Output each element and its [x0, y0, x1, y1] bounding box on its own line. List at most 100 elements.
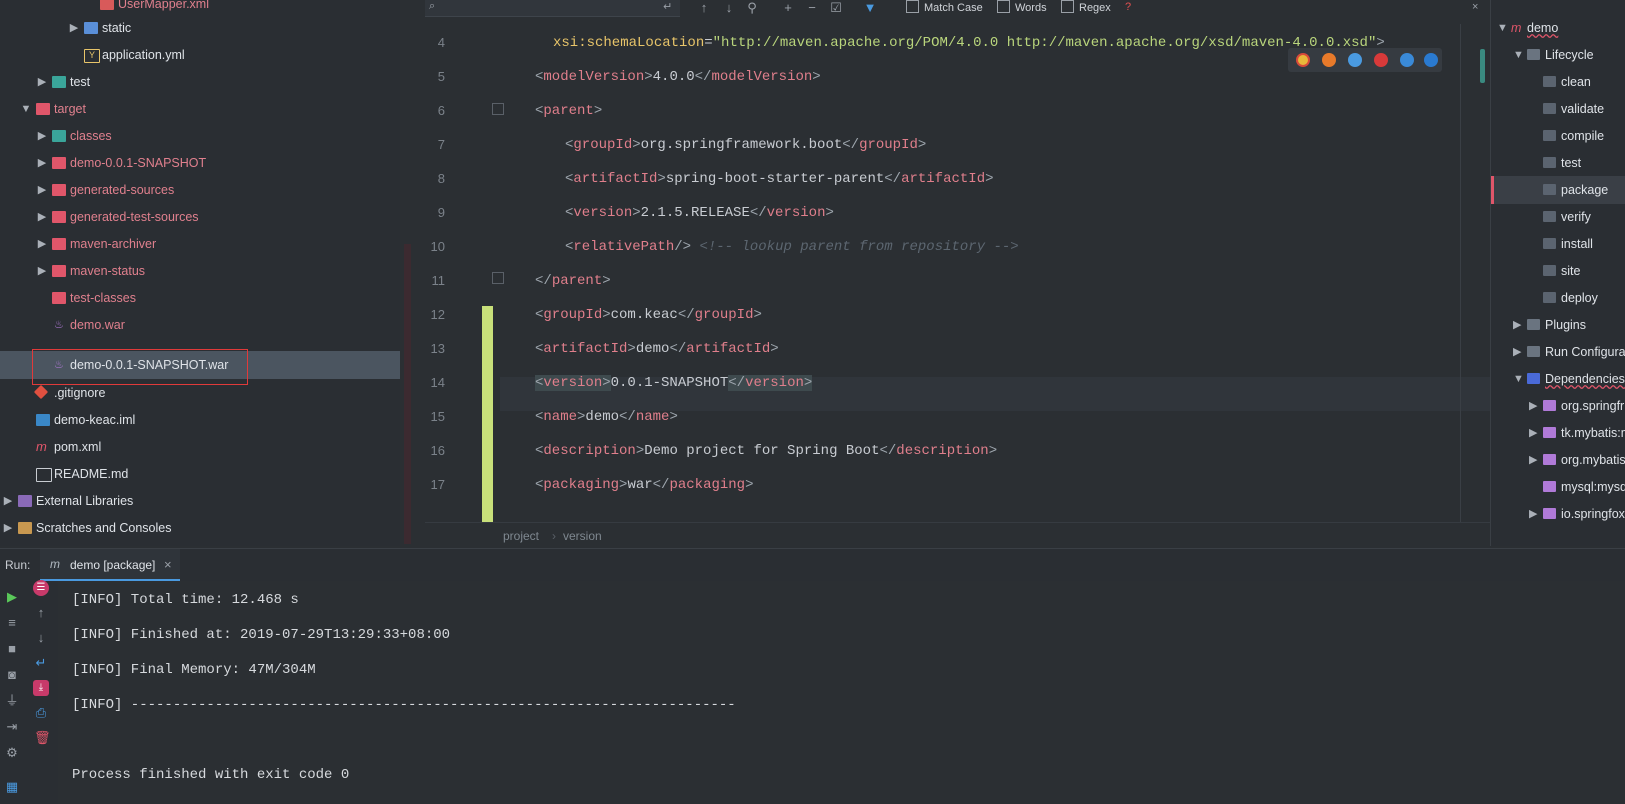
list-icon[interactable]: ☰: [33, 580, 49, 596]
camera-icon[interactable]: ◙: [5, 668, 19, 682]
chevron-right-icon[interactable]: ▶: [36, 68, 48, 96]
maven-plugins[interactable]: ▶ Plugins: [1491, 311, 1625, 339]
chevron-down-icon[interactable]: ▼: [1513, 41, 1524, 69]
tree-item-readme[interactable]: README.md: [0, 460, 400, 488]
dependency-item[interactable]: mysql:mysq: [1491, 473, 1625, 501]
regex-option[interactable]: Regex: [1061, 0, 1111, 16]
chevron-right-icon[interactable]: ▶: [68, 14, 80, 42]
ie-icon[interactable]: [1400, 53, 1414, 67]
tree-item-gitignore[interactable]: .gitignore: [0, 379, 400, 407]
tree-item-static[interactable]: ▶ static: [0, 14, 400, 42]
tree-item-pom[interactable]: m pom.xml: [0, 433, 400, 461]
maven-root[interactable]: ▼ m demo: [1491, 14, 1625, 42]
tree-item-demo-war[interactable]: ♨ demo.war: [0, 311, 400, 339]
search-input[interactable]: ⌕ ↵: [425, 0, 680, 17]
add-occurrence-icon[interactable]: +: [781, 1, 795, 15]
dependency-item[interactable]: ▶ org.mybatis: [1491, 446, 1625, 474]
stop-icon[interactable]: ■: [5, 642, 19, 656]
breadcrumb-item[interactable]: version: [563, 523, 602, 549]
tree-item-generated-test-sources[interactable]: ▶ generated-test-sources: [0, 203, 400, 231]
arrow-up-icon[interactable]: ↑: [34, 606, 48, 620]
regex-help[interactable]: ?: [1125, 0, 1131, 16]
tree-item-iml[interactable]: demo-keac.iml: [0, 406, 400, 434]
chevron-down-icon[interactable]: ▼: [1513, 365, 1524, 393]
firefox-icon[interactable]: [1322, 53, 1336, 67]
remove-occurrence-icon[interactable]: −: [805, 1, 819, 15]
chevron-right-icon[interactable]: ▶: [1529, 392, 1537, 420]
soft-wrap-icon[interactable]: ↵: [34, 656, 48, 670]
chevron-right-icon[interactable]: ▶: [36, 230, 48, 258]
editor-scrollbar[interactable]: [1480, 49, 1485, 83]
tree-item-scratches[interactable]: ▶ Scratches and Consoles: [0, 514, 400, 542]
chevron-right-icon[interactable]: ▶: [1529, 500, 1537, 528]
scroll-to-end-icon[interactable]: ⤓: [33, 680, 49, 696]
tree-item-target[interactable]: ▼ target: [0, 95, 400, 123]
chevron-right-icon[interactable]: ▶: [36, 257, 48, 285]
goal-package[interactable]: package: [1491, 176, 1625, 204]
opera-icon[interactable]: [1374, 53, 1388, 67]
chevron-right-icon[interactable]: ▶: [36, 176, 48, 204]
tree-item-application-yml[interactable]: Y application.yml: [0, 41, 400, 69]
chevron-right-icon[interactable]: ▶: [36, 203, 48, 231]
tree-item-demo-snapshot[interactable]: ▶ demo-0.0.1-SNAPSHOT: [0, 149, 400, 177]
tree-item-classes[interactable]: ▶ classes: [0, 122, 400, 150]
words-option[interactable]: Words: [997, 0, 1047, 16]
tree-item-test-classes[interactable]: test-classes: [0, 284, 400, 312]
safari-icon[interactable]: [1348, 53, 1362, 67]
fold-icon[interactable]: [492, 103, 504, 115]
tree-item-maven-status[interactable]: ▶ maven-status: [0, 257, 400, 285]
plug-icon[interactable]: ⏚: [5, 694, 19, 708]
match-case-option[interactable]: Match Case: [906, 0, 983, 16]
tree-item-generated-sources[interactable]: ▶ generated-sources: [0, 176, 400, 204]
code-editor[interactable]: 4 5 6 7 8 9 10 11 12 13 14 15 16 17 xsi:…: [425, 24, 1490, 522]
arrow-up-icon[interactable]: ↑: [697, 1, 711, 15]
run-console[interactable]: [INFO] Total time: 12.468 s [INFO] Finis…: [0, 581, 1625, 804]
filter-icon[interactable]: ▼: [863, 1, 877, 15]
close-tab-icon[interactable]: ×: [164, 557, 172, 572]
chevron-right-icon[interactable]: ▶: [1529, 446, 1537, 474]
goal-deploy[interactable]: deploy: [1491, 284, 1625, 312]
arrow-down-icon[interactable]: ↓: [722, 1, 736, 15]
regex-checkbox[interactable]: [1061, 0, 1074, 13]
fold-icon[interactable]: [492, 272, 504, 284]
print-icon[interactable]: ⎙: [34, 706, 48, 720]
chevron-right-icon[interactable]: ▶: [2, 487, 14, 515]
chevron-down-icon[interactable]: ▼: [20, 95, 32, 123]
chevron-right-icon[interactable]: ▶: [1513, 338, 1521, 366]
chevron-right-icon[interactable]: ▶: [2, 514, 14, 542]
goal-clean[interactable]: clean: [1491, 68, 1625, 96]
match-case-checkbox[interactable]: [906, 0, 919, 13]
layout-icon[interactable]: ▦: [5, 780, 19, 794]
chevron-right-icon[interactable]: ▶: [36, 122, 48, 150]
goal-site[interactable]: site: [1491, 257, 1625, 285]
close-icon[interactable]: ×: [1472, 0, 1478, 16]
select-all-icon[interactable]: ☑: [829, 1, 843, 15]
goal-verify[interactable]: verify: [1491, 203, 1625, 231]
chevron-down-icon[interactable]: ▼: [1497, 14, 1508, 42]
project-scrollbar[interactable]: [404, 244, 411, 544]
settings-icon[interactable]: ⚙: [5, 746, 19, 760]
maven-lifecycle[interactable]: ▼ Lifecycle: [1491, 41, 1625, 69]
dependency-item[interactable]: ▶ org.springfr: [1491, 392, 1625, 420]
chrome-icon[interactable]: [1296, 53, 1310, 67]
goal-compile[interactable]: compile: [1491, 122, 1625, 150]
exit-icon[interactable]: ⇥: [5, 720, 19, 734]
goal-test[interactable]: test: [1491, 149, 1625, 177]
rerun-icon[interactable]: ▶: [5, 590, 19, 604]
breadcrumb-item[interactable]: project: [503, 523, 539, 549]
dependency-item[interactable]: ▶ tk.mybatis:m: [1491, 419, 1625, 447]
words-checkbox[interactable]: [997, 0, 1010, 13]
edge-icon[interactable]: [1424, 53, 1438, 67]
trash-icon[interactable]: 🗑: [34, 731, 51, 745]
tree-item-test[interactable]: ▶ test: [0, 68, 400, 96]
maven-run-config[interactable]: ▶ Run Configura: [1491, 338, 1625, 366]
chevron-right-icon[interactable]: ▶: [1513, 311, 1521, 339]
maven-dependencies[interactable]: ▼ Dependencies: [1491, 365, 1625, 393]
tree-item-maven-archiver[interactable]: ▶ maven-archiver: [0, 230, 400, 258]
arrow-down-icon[interactable]: ↓: [34, 631, 48, 645]
tree-item-external-libraries[interactable]: ▶ External Libraries: [0, 487, 400, 515]
dependency-item[interactable]: ▶ io.springfox: [1491, 500, 1625, 528]
goal-validate[interactable]: validate: [1491, 95, 1625, 123]
chevron-right-icon[interactable]: ▶: [1529, 419, 1537, 447]
goal-install[interactable]: install: [1491, 230, 1625, 258]
